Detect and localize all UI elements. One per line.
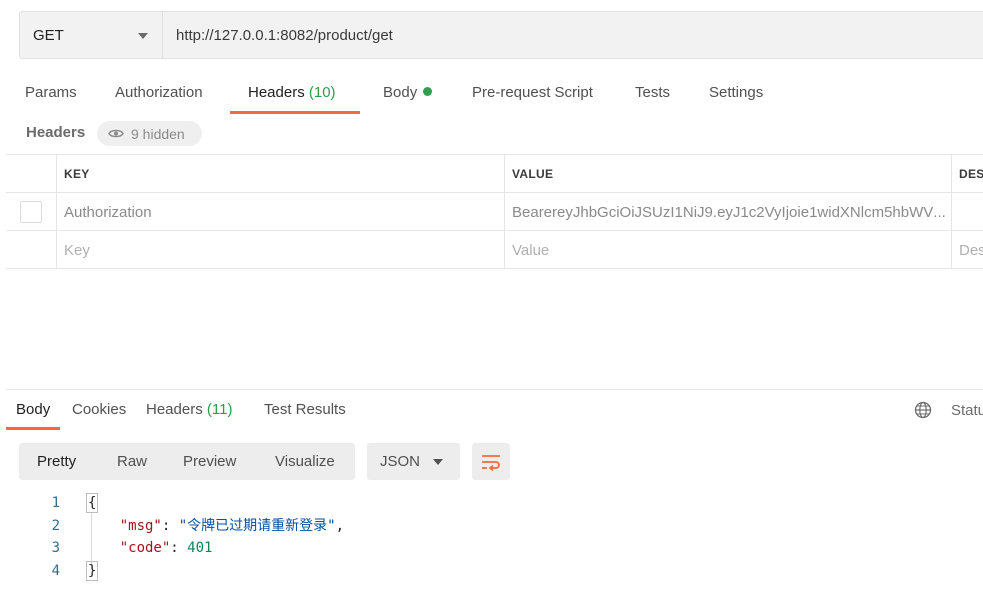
tab-label: Authorization <box>115 84 203 101</box>
tab-label: Headers <box>248 84 305 101</box>
header-description-input[interactable] <box>952 193 983 231</box>
response-tabs: Body Cookies Headers (11) Test Results <box>0 398 983 430</box>
code-text: { <box>86 492 99 515</box>
code-text: "msg": "令牌已过期请重新登录", <box>119 517 345 534</box>
response-tab-headers[interactable]: Headers (11) <box>146 398 232 430</box>
line-number: 3 <box>51 540 60 556</box>
tab-tests[interactable]: Tests <box>635 76 670 114</box>
response-tab-test-results[interactable]: Test Results <box>264 398 346 430</box>
table-header-row: KEY VALUE DESC <box>6 155 983 193</box>
table-row: Authorization BearereyJhbGciOiJSUzI1NiJ9… <box>6 193 983 231</box>
request-bar: GET http://127.0.0.1:8082/product/get <box>19 11 983 59</box>
wrap-lines-icon <box>482 454 500 471</box>
row-checkbox-cell <box>6 231 57 269</box>
tab-pre-request-script[interactable]: Pre-request Script <box>472 76 593 114</box>
method-label: GET <box>33 26 64 44</box>
column-header-description: DESC <box>959 167 983 181</box>
url-input[interactable]: http://127.0.0.1:8082/product/get <box>163 12 983 58</box>
view-visualize-button[interactable]: Visualize <box>275 443 335 480</box>
response-body-editor[interactable]: 1 { 2 "msg": "令牌已过期请重新登录", 3 "code": 401… <box>0 492 983 582</box>
row-checkbox-cell <box>6 193 57 231</box>
checkbox-column-header <box>6 155 57 193</box>
header-key-input[interactable]: Authorization <box>57 193 505 231</box>
line-number: 2 <box>51 517 60 534</box>
format-select[interactable]: JSON <box>367 443 460 480</box>
header-value-input[interactable]: BearereyJhbGciOiJSUzI1NiJ9.eyJ1c2VyIjoie… <box>505 193 952 231</box>
active-tab-indicator <box>230 111 360 114</box>
line-number: 4 <box>51 562 60 579</box>
tab-settings[interactable]: Settings <box>709 76 763 114</box>
code-line: 3 "code": 401 <box>0 537 983 560</box>
view-pretty-button[interactable]: Pretty <box>37 443 76 480</box>
globe-icon[interactable] <box>914 401 932 419</box>
new-description-input[interactable]: Des <box>952 231 983 269</box>
code-line: 1 { <box>0 492 983 515</box>
tab-label: Pre-request Script <box>472 84 593 101</box>
hidden-count-label: 9 hidden <box>131 125 185 142</box>
method-select[interactable]: GET <box>20 12 163 58</box>
code-line: 2 "msg": "令牌已过期请重新登录", <box>0 515 983 538</box>
tab-count: (10) <box>308 84 336 101</box>
active-tab-indicator <box>6 427 61 430</box>
header-value-text: BearereyJhbGciOiJSUzI1NiJ9.eyJ1c2VyIjoie… <box>512 203 934 221</box>
status-label: Statu <box>951 402 983 419</box>
row-checkbox[interactable] <box>20 201 42 223</box>
new-value-input[interactable]: Value <box>505 231 952 269</box>
tab-label: Params <box>25 84 77 101</box>
table-row-new: Key Value Des <box>6 231 983 269</box>
json-key: "code" <box>119 540 171 556</box>
close-brace: } <box>86 560 99 581</box>
tab-label: Settings <box>709 84 764 101</box>
tab-authorization[interactable]: Authorization <box>115 76 203 114</box>
pane-divider[interactable] <box>6 389 983 390</box>
request-tabs: Params Authorization Headers (10) Body P… <box>0 76 983 114</box>
body-indicator-dot <box>423 87 433 96</box>
tab-label: Test Results <box>264 401 346 418</box>
chevron-down-icon <box>433 459 443 465</box>
value-ellipsis: ... <box>933 203 946 221</box>
json-string-value: "令牌已过期请重新登录" <box>178 517 336 534</box>
headers-table: KEY VALUE DESC Authorization BearereyJhb… <box>6 154 983 269</box>
tab-label: Headers <box>146 401 203 418</box>
tab-body[interactable]: Body <box>383 76 433 114</box>
eye-icon <box>108 129 124 138</box>
code-text: "code": 401 <box>119 540 213 556</box>
tab-label: Tests <box>635 84 671 101</box>
code-text: } <box>86 560 99 583</box>
view-raw-button[interactable]: Raw <box>117 443 147 480</box>
headers-section-title: Headers <box>26 124 86 141</box>
hidden-headers-toggle[interactable]: 9 hidden <box>97 121 202 146</box>
response-tab-cookies[interactable]: Cookies <box>72 398 126 430</box>
line-number: 1 <box>51 495 60 511</box>
json-number-value: 401 <box>187 540 213 556</box>
new-key-input[interactable]: Key <box>57 231 505 269</box>
json-key: "msg" <box>119 517 162 534</box>
column-header-value: VALUE <box>505 155 952 193</box>
tab-label: Cookies <box>72 401 127 418</box>
format-label: JSON <box>380 453 421 470</box>
tab-count: (11) <box>206 401 233 418</box>
tab-params[interactable]: Params <box>25 76 77 114</box>
column-header-key: KEY <box>57 155 505 193</box>
open-brace: { <box>86 493 99 513</box>
tab-label: Body <box>383 84 418 101</box>
view-preview-button[interactable]: Preview <box>183 443 236 480</box>
tab-label: Body <box>16 401 51 418</box>
response-tab-body[interactable]: Body <box>6 398 61 430</box>
tab-headers[interactable]: Headers (10) <box>230 76 360 114</box>
wrap-lines-button[interactable] <box>472 443 510 480</box>
view-mode-group: Pretty Raw Preview Visualize <box>19 443 355 480</box>
code-line: 4 } <box>0 560 983 583</box>
chevron-down-icon <box>138 33 148 39</box>
